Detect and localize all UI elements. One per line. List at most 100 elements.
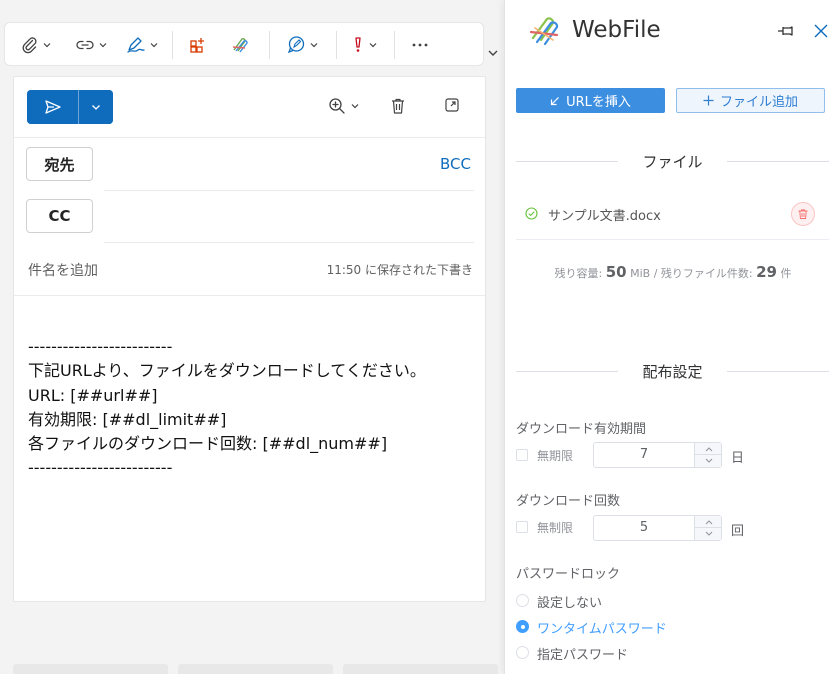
link-icon <box>75 36 95 54</box>
ribbon-toolbar <box>4 22 484 66</box>
radio-onetime-password[interactable] <box>516 620 529 633</box>
message-body[interactable]: ------------------------- 下記URLより、ファイルをダウ… <box>28 335 426 481</box>
ribbon-expand-chevron[interactable] <box>486 46 500 60</box>
download-count-label: ダウンロード回数 <box>516 494 621 509</box>
more-options-button[interactable] <box>411 35 429 55</box>
chevron-down-icon <box>350 101 360 111</box>
send-icon <box>44 99 62 115</box>
chevron-down-icon <box>368 40 378 50</box>
editor-button[interactable] <box>286 35 319 55</box>
pin-button[interactable] <box>777 23 795 39</box>
send-options-button[interactable] <box>79 90 113 124</box>
bcc-link[interactable]: BCC <box>440 155 471 173</box>
zoom-in-icon <box>328 97 346 115</box>
webfile-addin-pane: WebFile URLを挿入 ファイル追加 ファイル サンプル文書.docx 残… <box>504 0 840 674</box>
send-split-button <box>27 90 113 124</box>
radio-no-password[interactable] <box>516 594 529 607</box>
radio-no-password-label[interactable]: 設定しない <box>537 592 602 611</box>
importance-button[interactable] <box>351 35 378 55</box>
download-period-unit: 日 <box>731 451 745 466</box>
toolbar-divider <box>269 31 270 59</box>
unlimited-period-checkbox[interactable] <box>516 449 528 461</box>
download-count-stepper[interactable]: 5 <box>593 515 722 541</box>
editor-pen-icon <box>286 35 306 55</box>
toolbar-divider <box>336 31 337 59</box>
discard-button[interactable] <box>390 97 406 115</box>
taskbar-tab[interactable] <box>343 664 498 674</box>
increment-button[interactable] <box>695 516 722 528</box>
chevron-down-icon <box>705 458 713 464</box>
toolbar-divider <box>394 31 395 59</box>
add-file-label: ファイル追加 <box>719 95 798 110</box>
zoom-button[interactable] <box>328 97 360 115</box>
body-line: ------------------------- <box>28 337 173 356</box>
download-period-stepper[interactable]: 7 <box>593 442 722 468</box>
chevron-down-icon <box>309 40 319 50</box>
pin-icon <box>777 23 795 39</box>
body-line: 下記URLより、ファイルをダウンロードしてください。 <box>28 361 426 381</box>
body-line: 有効期限: [##dl_limit##] <box>28 409 227 429</box>
apps-button[interactable] <box>189 35 207 55</box>
send-button[interactable] <box>27 90 78 124</box>
webfile-logo-icon <box>527 14 563 48</box>
body-line: ------------------------- <box>28 458 173 478</box>
toolbar-divider <box>172 31 173 59</box>
download-count-unit: 回 <box>731 524 745 539</box>
insert-link-button[interactable] <box>75 35 108 55</box>
password-lock-label: パスワードロック <box>516 567 621 582</box>
body-line: 各ファイルのダウンロード回数: [##dl_num##] <box>28 434 388 454</box>
chevron-down-icon <box>98 40 108 50</box>
download-period-value[interactable]: 7 <box>594 447 694 462</box>
distribution-section-header: 配布設定 <box>516 361 829 381</box>
cc-button[interactable]: CC <box>26 199 93 233</box>
decrement-button[interactable] <box>695 455 722 467</box>
increment-button[interactable] <box>695 443 722 455</box>
body-line: URL: [##url##] <box>28 385 158 405</box>
app-title: WebFile <box>572 17 661 43</box>
taskbar-tab[interactable] <box>13 664 168 674</box>
trash-icon <box>797 208 809 220</box>
add-file-button[interactable]: ファイル追加 <box>676 88 825 113</box>
compose-pane: 宛先 BCC CC 件名を追加 11:50 に保存された下書き --------… <box>13 76 486 602</box>
chevron-down-icon <box>90 101 102 113</box>
paperclip-icon <box>21 36 39 54</box>
taskbar-tab[interactable] <box>178 664 333 674</box>
insert-url-button[interactable]: URLを挿入 <box>516 88 665 113</box>
popout-button[interactable] <box>444 97 460 113</box>
unlimited-count-label: 無制限 <box>537 521 574 535</box>
file-name: サンプル文書.docx <box>548 209 661 224</box>
decrement-button[interactable] <box>695 528 722 540</box>
webfile-addin-button[interactable] <box>230 35 250 55</box>
delete-file-button[interactable] <box>791 202 815 226</box>
chevron-up-icon <box>705 519 713 525</box>
popout-icon <box>444 97 460 113</box>
insert-url-label: URLを挿入 <box>566 95 631 110</box>
chevron-down-icon <box>705 531 713 537</box>
unlimited-count-checkbox[interactable] <box>516 521 528 533</box>
unlimited-period-label: 無期限 <box>537 449 574 463</box>
radio-specified-password-label[interactable]: 指定パスワード <box>537 644 628 663</box>
subject-input[interactable]: 件名を追加 <box>28 260 98 280</box>
files-section-header: ファイル <box>516 151 829 171</box>
remaining-file-count: 29 <box>756 263 777 281</box>
radio-specified-password[interactable] <box>516 646 529 659</box>
exclamation-icon <box>351 36 365 54</box>
download-count-value[interactable]: 5 <box>594 520 694 535</box>
file-list-item: サンプル文書.docx <box>516 198 829 240</box>
draft-saved-status: 11:50 に保存された下書き <box>326 263 473 277</box>
attach-file-button[interactable] <box>21 35 52 55</box>
apps-add-icon <box>189 36 207 54</box>
remaining-quota: 残り容量: 50 MiB / 残りファイル件数: 29 件 <box>554 263 792 281</box>
to-button[interactable]: 宛先 <box>26 147 93 181</box>
signature-button[interactable] <box>126 35 159 55</box>
chevron-down-icon <box>149 40 159 50</box>
radio-onetime-password-label[interactable]: ワンタイムパスワード <box>537 618 667 637</box>
plus-icon <box>703 95 714 106</box>
close-pane-button[interactable] <box>813 23 829 39</box>
webfile-clip-icon <box>230 36 250 54</box>
remaining-capacity-value: 50 <box>605 263 627 281</box>
chevron-up-icon <box>705 446 713 452</box>
trash-icon <box>390 97 406 115</box>
arrow-down-left-icon <box>550 96 560 106</box>
more-dots-icon <box>411 36 429 54</box>
